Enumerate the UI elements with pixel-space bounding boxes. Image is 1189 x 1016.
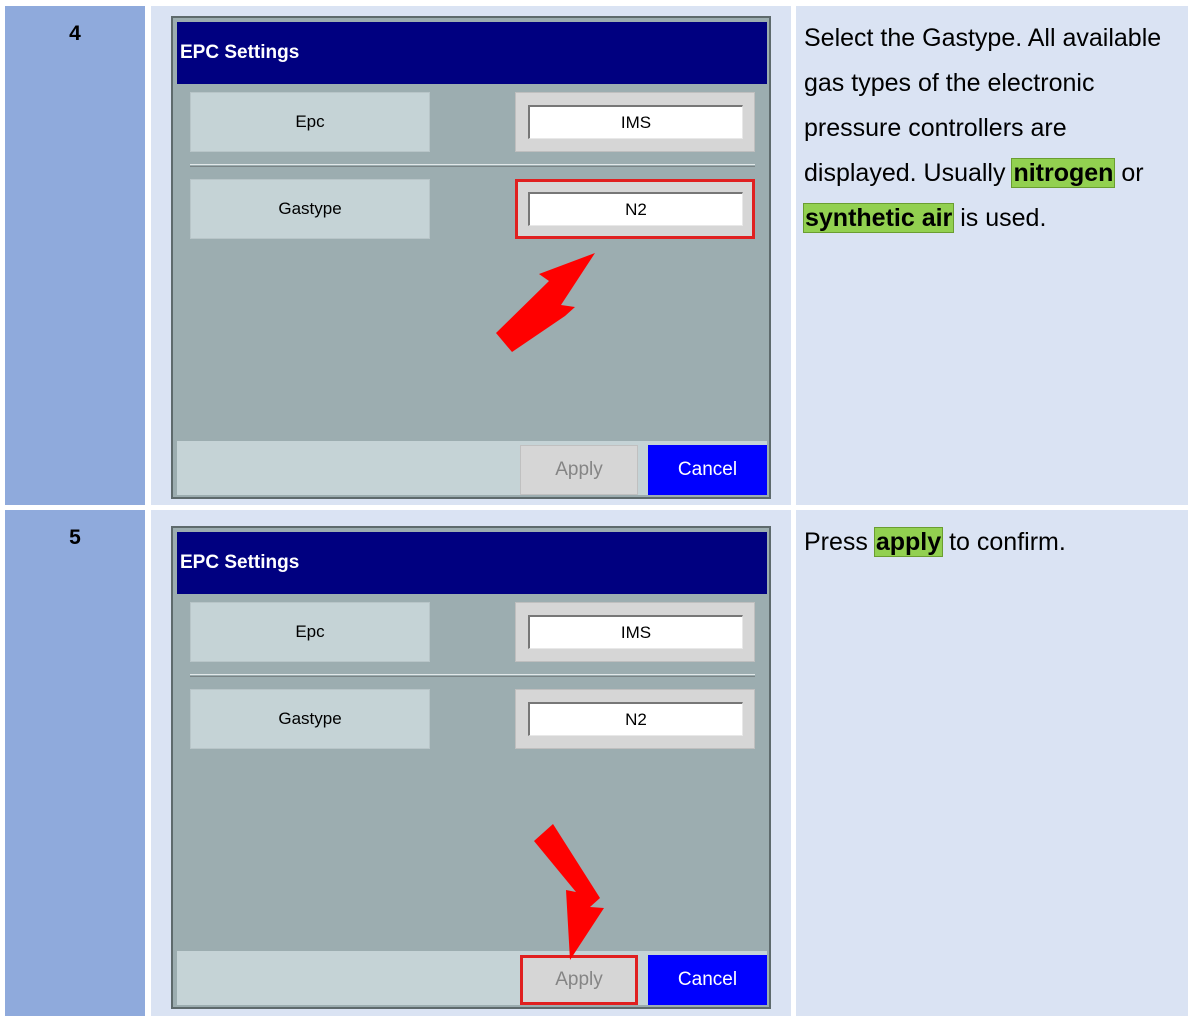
description-cell: Press apply to confirm. xyxy=(796,510,1188,1016)
description-text: to confirm. xyxy=(942,528,1066,556)
gastype-value-button[interactable]: N2 xyxy=(515,179,755,239)
epc-value-field: IMS xyxy=(528,105,743,139)
gastype-value-button[interactable]: N2 xyxy=(515,689,755,749)
gastype-value-field: N2 xyxy=(528,702,743,736)
epc-value-button[interactable]: IMS xyxy=(515,602,755,662)
gastype-label: Gastype xyxy=(190,689,430,749)
step-number: 4 xyxy=(69,22,81,45)
gastype-label: Gastype xyxy=(190,179,430,239)
description-text: is used. xyxy=(953,204,1047,232)
step-number-cell: 5 xyxy=(5,510,145,1016)
cancel-button[interactable]: Cancel xyxy=(648,955,767,1005)
keyword-highlight: nitrogen xyxy=(1011,158,1116,188)
gastype-value-field: N2 xyxy=(528,192,743,226)
epc-value-button[interactable]: IMS xyxy=(515,92,755,152)
step-number: 5 xyxy=(69,526,81,549)
screenshot-cell: EPC Settings Epc IMS Gastype N2 Apply Ca… xyxy=(151,6,791,505)
cancel-button[interactable]: Cancel xyxy=(648,445,767,495)
epc-settings-dialog: EPC Settings Epc IMS Gastype N2 Apply Ca… xyxy=(171,526,771,1009)
apply-button[interactable]: Apply xyxy=(520,445,638,495)
apply-button[interactable]: Apply xyxy=(520,955,638,1005)
red-arrow-icon xyxy=(496,253,595,352)
dialog-title: EPC Settings xyxy=(177,22,767,84)
dialog-footer: Apply Cancel xyxy=(177,951,767,1005)
dialog-title: EPC Settings xyxy=(177,532,767,594)
epc-label: Epc xyxy=(190,92,430,152)
red-arrow-icon xyxy=(534,824,604,960)
step-description: Press apply to confirm. xyxy=(804,520,1184,565)
epc-label: Epc xyxy=(190,602,430,662)
step-description: Select the Gastype. All available gas ty… xyxy=(802,16,1184,241)
description-cell: Select the Gastype. All available gas ty… xyxy=(796,6,1188,505)
step-number-cell: 4 xyxy=(5,6,145,505)
description-text: Press xyxy=(804,528,875,556)
row-divider xyxy=(190,674,755,677)
epc-settings-dialog: EPC Settings Epc IMS Gastype N2 Apply Ca… xyxy=(171,16,771,499)
row-divider xyxy=(190,164,755,167)
keyword-highlight: synthetic air xyxy=(802,203,955,233)
description-text: or xyxy=(1114,159,1144,187)
epc-value-field: IMS xyxy=(528,615,743,649)
dialog-footer: Apply Cancel xyxy=(177,441,767,495)
screenshot-cell: EPC Settings Epc IMS Gastype N2 Apply Ca… xyxy=(151,510,791,1016)
keyword-highlight: apply xyxy=(873,527,944,557)
